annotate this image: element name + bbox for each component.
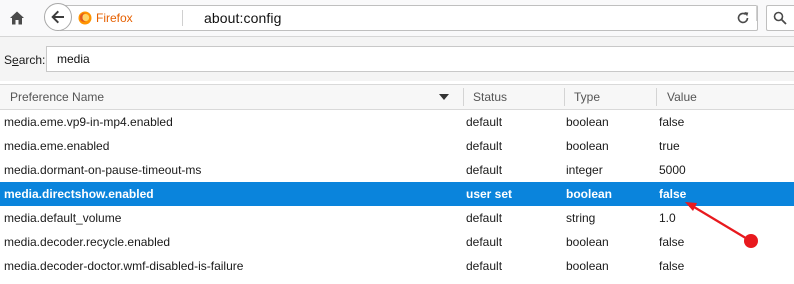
- preference-value: 1.0: [659, 211, 676, 225]
- preference-name: media.decoder.recycle.enabled: [4, 235, 171, 249]
- preference-name: media.directshow.enabled: [4, 187, 154, 201]
- browser-identity-label: Firefox: [96, 11, 133, 25]
- table-row[interactable]: media.dormant-on-pause-timeout-ms defaul…: [0, 158, 794, 182]
- preference-value: false: [659, 115, 685, 129]
- column-header-status[interactable]: Status: [473, 85, 507, 109]
- back-button[interactable]: [44, 3, 72, 31]
- identity-separator: [182, 10, 183, 26]
- identity-box[interactable]: Firefox: [78, 6, 133, 30]
- column-header-type[interactable]: Type: [574, 85, 600, 109]
- home-button[interactable]: [4, 6, 30, 30]
- preference-value: false: [659, 187, 687, 201]
- preference-status: default: [466, 211, 503, 225]
- home-icon: [10, 11, 24, 25]
- preference-status: user set: [466, 187, 513, 201]
- column-header-preference-name[interactable]: Preference Name: [10, 85, 104, 109]
- preference-name: media.default_volume: [4, 211, 122, 225]
- preference-name: media.decoder-doctor.wmf-disabled-is-fai…: [4, 259, 244, 273]
- url-bar[interactable]: Firefox about:config: [60, 5, 794, 31]
- reload-button[interactable]: [732, 7, 754, 29]
- preference-value: 5000: [659, 163, 686, 177]
- column-header-value[interactable]: Value: [667, 85, 697, 109]
- browser-toolbar: Firefox about:config: [0, 0, 794, 37]
- search-input[interactable]: [46, 46, 794, 72]
- preference-value: false: [659, 235, 685, 249]
- column-separator[interactable]: [564, 88, 565, 106]
- search-bar[interactable]: [766, 5, 794, 31]
- preference-status: default: [466, 139, 503, 153]
- sort-descending-icon[interactable]: [439, 94, 449, 100]
- preference-type: integer: [566, 163, 603, 177]
- firefox-logo-icon: [78, 11, 92, 25]
- preference-type: boolean: [566, 259, 609, 273]
- table-row[interactable]: media.decoder-doctor.wmf-disabled-is-fai…: [0, 254, 794, 278]
- reload-icon: [737, 12, 749, 24]
- toolbar-separator: [756, 5, 757, 21]
- preference-status: default: [466, 259, 503, 273]
- preference-status: default: [466, 235, 503, 249]
- preference-value: false: [659, 259, 685, 273]
- preference-name: media.dormant-on-pause-timeout-ms: [4, 163, 202, 177]
- table-row-selected[interactable]: media.directshow.enabled user set boolea…: [0, 182, 794, 206]
- preference-status: default: [466, 115, 503, 129]
- table-row[interactable]: media.decoder.recycle.enabled default bo…: [0, 230, 794, 254]
- preference-type: boolean: [566, 187, 613, 201]
- table-row[interactable]: media.eme.enabled default boolean true: [0, 134, 794, 158]
- preference-status: default: [466, 163, 503, 177]
- column-separator[interactable]: [656, 88, 657, 106]
- config-search-row: Search:: [0, 37, 794, 81]
- preference-name: media.eme.enabled: [4, 139, 110, 153]
- search-icon: [773, 11, 787, 25]
- column-separator[interactable]: [463, 88, 464, 106]
- preference-type: boolean: [566, 115, 609, 129]
- preference-type: boolean: [566, 139, 609, 153]
- url-text[interactable]: about:config: [204, 6, 281, 30]
- preference-type: string: [566, 211, 596, 225]
- preference-type: boolean: [566, 235, 609, 249]
- preference-value: true: [659, 139, 680, 153]
- table-header: Preference Name Status Type Value: [0, 84, 794, 110]
- table-row[interactable]: media.eme.vp9-in-mp4.enabled default boo…: [0, 110, 794, 134]
- preference-name: media.eme.vp9-in-mp4.enabled: [4, 115, 173, 129]
- preferences-table: Preference Name Status Type Value media.…: [0, 84, 794, 278]
- table-row[interactable]: media.default_volume default string 1.0: [0, 206, 794, 230]
- search-label: Search:: [4, 53, 46, 67]
- back-arrow-icon: [51, 10, 64, 24]
